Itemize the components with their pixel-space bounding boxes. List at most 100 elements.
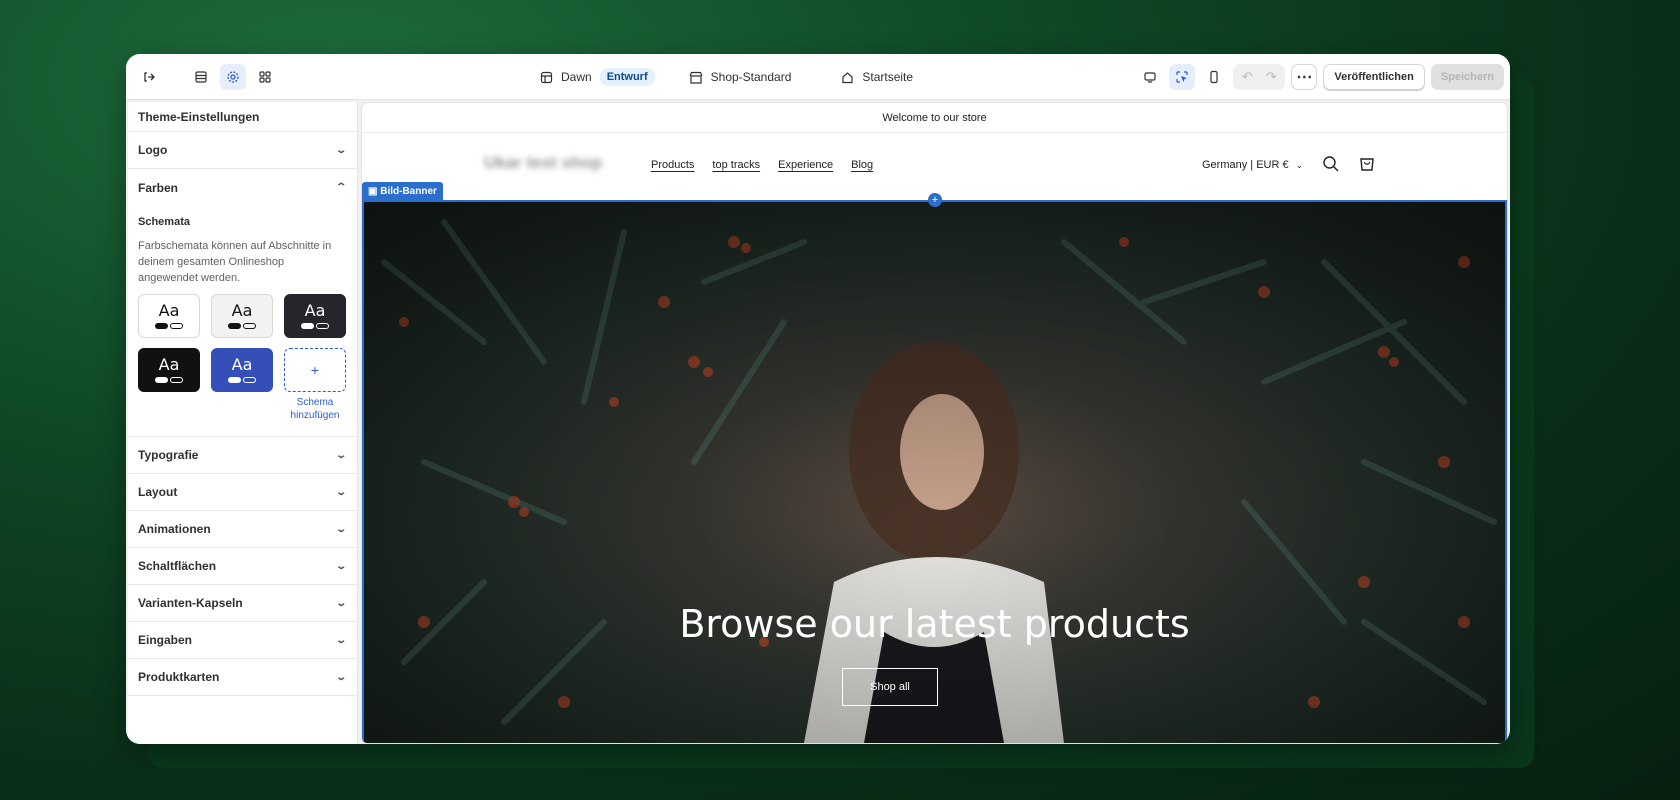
locale-selector[interactable]: Germany | EUR € ⌄ [1202,159,1303,171]
sidebar-item-eingaben[interactable]: Eingaben ⌄ [128,622,357,659]
swatch-label: Aa [231,355,253,374]
chevron-down-icon: ⌄ [334,449,347,461]
theme-settings-sidebar: Theme-Einstellungen Logo ⌄ Farben ⌃ Sche… [128,102,358,744]
swatch-pill-solid [301,323,314,329]
chevron-down-icon: ⌄ [334,144,347,156]
sidebar-item-label: Schaltflächen [138,559,217,573]
sidebar-item-varianten-kapseln[interactable]: Varianten-Kapseln ⌄ [128,585,357,622]
search-icon[interactable] [1322,155,1340,173]
swatch-pills [155,323,183,329]
add-schema-label[interactable]: Schema hinzufügen [284,396,346,422]
theme-icon [540,71,553,83]
chevron-down-icon: ⌄ [334,560,347,572]
plus-icon: + [310,362,320,378]
sidebar-item-label: Eingaben [138,633,193,647]
sidebar-item-animationen[interactable]: Animationen ⌄ [128,511,357,548]
shop-all-button[interactable]: Shop all [842,668,938,706]
chevron-up-icon: ⌃ [334,182,347,193]
sidebar-item-label: Typografie [138,448,199,462]
sidebar-item-farben[interactable]: Farben ⌃ [128,169,357,206]
sections-icon[interactable] [188,64,214,90]
undo-icon[interactable]: ↶ [1236,69,1258,85]
chevron-down-icon: ⌄ [1295,160,1304,170]
sidebar-item-label: Layout [138,485,178,499]
home-icon [842,71,853,83]
sidebar-item-label: Produktkarten [138,670,220,684]
store-icon [689,71,703,84]
shop-logo[interactable]: Ukar test shop [484,153,602,173]
settings-icon[interactable] [220,64,246,90]
shop-header-icons [1322,155,1376,173]
theme-selector[interactable]: Dawn Entwurf [540,68,655,86]
nav-link-products[interactable]: Products [651,159,694,171]
topbar-left-tools [136,64,278,90]
swatch-pills [155,377,183,383]
color-scheme-swatch[interactable]: Aa [211,294,273,338]
nav-link-top-tracks[interactable]: top tracks [712,159,760,171]
swatch-pill-outline [170,323,183,329]
image-banner[interactable]: Browse our latest products Shop all [362,200,1507,743]
mobile-icon[interactable] [1201,64,1227,90]
swatch-pill-solid [228,377,241,383]
color-scheme-grid: Aa Aa Aa Aa Aa + Schema hinzufügen [138,294,347,422]
save-button[interactable]: Speichern [1430,64,1504,90]
topbar-context: Dawn Entwurf Shop-Standard Startseite [540,64,913,90]
color-scheme-swatch[interactable]: Aa [138,348,200,392]
shop-header: Ukar test shop Products top tracks Exper… [362,133,1507,199]
sidebar-item-label: Varianten-Kapseln [138,596,243,610]
swatch-label: Aa [231,301,253,320]
swatch-label: Aa [304,301,326,320]
swatch-pill-solid [155,323,168,329]
more-icon[interactable]: ⋯ [1291,64,1318,90]
sidebar-item-label: Animationen [138,522,211,536]
theme-name: Dawn [561,70,592,84]
sidebar-item-layout[interactable]: Layout ⌄ [128,474,357,511]
shop-nav: Products top tracks Experience Blog [651,159,873,171]
chevron-down-icon: ⌄ [334,486,347,498]
chevron-down-icon: ⌄ [334,634,347,646]
color-scheme-swatch[interactable]: Aa [211,348,273,392]
sidebar-item-typografie[interactable]: Typografie ⌄ [128,437,357,474]
sidebar-item-schaltflächen[interactable]: Schaltflächen ⌄ [128,548,357,585]
exit-icon[interactable] [136,64,162,90]
swatch-pills [228,377,256,383]
chevron-down-icon: ⌄ [334,671,347,683]
apps-icon[interactable] [252,64,278,90]
cart-icon[interactable] [1358,155,1376,173]
section-tag[interactable]: ▣ Bild-Banner [362,182,443,201]
color-scheme-swatch[interactable]: Aa [138,294,200,338]
image-icon: ▣ [368,186,378,197]
store-preset-label: Shop-Standard [710,70,792,84]
inspector-icon[interactable] [1169,64,1196,90]
sidebar-item-produktkarten[interactable]: Produktkarten ⌄ [128,659,357,696]
nav-link-experience[interactable]: Experience [778,159,833,171]
locale-label: Germany | EUR € [1202,159,1289,171]
sidebar-item-label: Farben [138,180,179,195]
sidebar-title: Theme-Einstellungen [128,102,357,132]
banner-title: Browse our latest products [679,602,1190,646]
swatch-pills [301,323,329,329]
page-selector[interactable]: Startseite [841,70,913,84]
swatch-label: Aa [158,355,180,374]
topbar-actions: ↶ ↷ ⋯ Veröffentlichen Speichern [1137,64,1504,90]
banner-image [364,202,1505,743]
storefront-preview: Welcome to our store Ukar test shop Prod… [361,102,1508,744]
draft-badge: Entwurf [599,68,655,86]
color-scheme-swatch[interactable]: Aa [284,294,346,338]
schemata-description: Farbschemata können auf Abschnitte in de… [138,240,332,284]
swatch-pills [228,323,256,329]
add-section-plus-icon[interactable]: + [928,193,942,207]
history-controls: ↶ ↷ [1233,64,1286,90]
swatch-pill-solid [155,377,168,383]
add-schema-button[interactable]: + [284,348,346,392]
desktop-icon[interactable] [1137,64,1163,90]
sidebar-item-logo[interactable]: Logo ⌄ [128,132,357,169]
swatch-pill-outline [316,323,329,329]
publish-button[interactable]: Veröffentlichen [1323,64,1425,90]
redo-icon[interactable]: ↷ [1260,69,1282,85]
swatch-pill-solid [228,323,241,329]
swatch-pill-outline [170,377,183,383]
settings-section-list: Typografie ⌄ Layout ⌄ Animationen ⌄ Schaltfläc… [128,437,357,696]
nav-link-blog[interactable]: Blog [851,159,873,171]
store-preset-selector[interactable]: Shop-Standard [689,70,792,84]
